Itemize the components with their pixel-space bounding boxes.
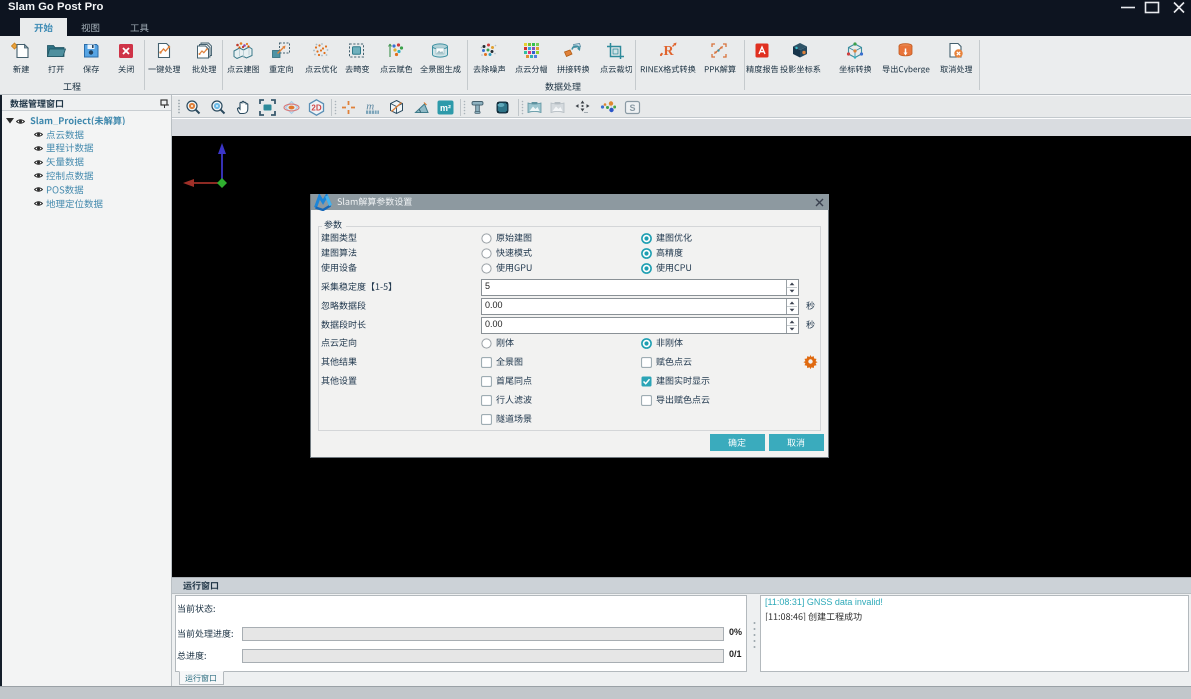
svg-text:m²: m²	[440, 103, 451, 113]
svg-text:2D: 2D	[311, 104, 321, 113]
svg-text:S: S	[629, 103, 635, 113]
